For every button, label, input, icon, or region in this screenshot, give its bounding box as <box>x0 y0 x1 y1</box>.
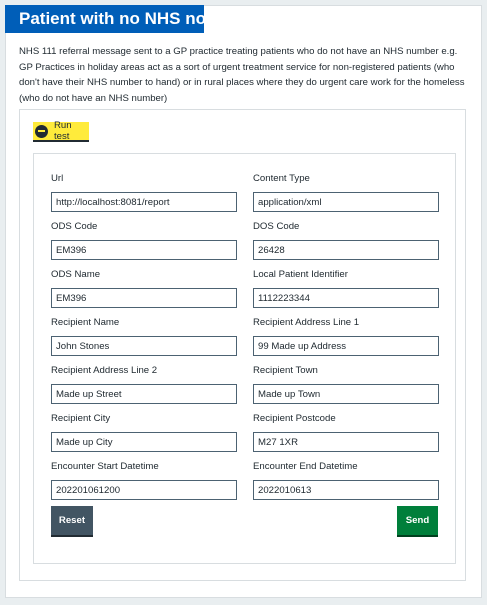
recipient-address-1-label: Recipient Address Line 1 <box>253 317 360 328</box>
recipient-address-2-group: Recipient Address Line 2 <box>51 365 238 404</box>
recipient-town-label: Recipient Town <box>253 365 318 376</box>
recipient-postcode-group: Recipient Postcode <box>253 413 440 452</box>
recipient-town-group: Recipient Town <box>253 365 440 404</box>
recipient-postcode-label: Recipient Postcode <box>253 413 336 424</box>
encounter-start-input[interactable] <box>51 480 237 500</box>
recipient-postcode-input[interactable] <box>253 432 439 452</box>
recipient-city-input[interactable] <box>51 432 237 452</box>
url-label: Url <box>51 173 64 184</box>
recipient-address-2-label: Recipient Address Line 2 <box>51 365 158 376</box>
ods-name-group: ODS Name <box>51 269 238 308</box>
content-type-label: Content Type <box>253 173 310 184</box>
test-description: NHS 111 referral message sent to a GP pr… <box>19 46 465 104</box>
ods-name-input[interactable] <box>51 288 237 308</box>
content-type-input[interactable] <box>253 192 439 212</box>
request-form: Url Content Type ODS Code DOS Code ODS N… <box>33 153 456 564</box>
send-button[interactable]: Send <box>397 506 438 535</box>
encounter-end-label: Encounter End Datetime <box>253 461 358 472</box>
recipient-address-1-input[interactable] <box>253 336 439 356</box>
dos-code-group: DOS Code <box>253 221 440 260</box>
url-group: Url <box>51 173 238 212</box>
recipient-name-group: Recipient Name <box>51 317 238 356</box>
encounter-start-label: Encounter Start Datetime <box>51 461 159 472</box>
recipient-town-input[interactable] <box>253 384 439 404</box>
local-patient-id-group: Local Patient Identifier <box>253 269 440 308</box>
recipient-name-label: Recipient Name <box>51 317 120 328</box>
local-patient-id-input[interactable] <box>253 288 439 308</box>
recipient-name-input[interactable] <box>51 336 237 356</box>
run-test-label: Run test <box>54 120 72 142</box>
page-title: Patient with no NHS no. <box>5 5 211 33</box>
recipient-city-label: Recipient City <box>51 413 111 424</box>
reset-button[interactable]: Reset <box>51 506 93 535</box>
ods-code-label: ODS Code <box>51 221 98 232</box>
run-test-toggle[interactable]: Run test <box>33 120 89 142</box>
dos-code-input[interactable] <box>253 240 439 260</box>
recipient-address-1-group: Recipient Address Line 1 <box>253 317 440 356</box>
encounter-end-group: Encounter End Datetime <box>253 461 440 500</box>
local-patient-id-label: Local Patient Identifier <box>253 269 348 280</box>
test-panel: Run test Url Content Type ODS Code DOS C… <box>19 109 466 581</box>
minus-circle-icon <box>35 124 48 138</box>
ods-name-label: ODS Name <box>51 269 101 280</box>
recipient-city-group: Recipient City <box>51 413 238 452</box>
encounter-end-input[interactable] <box>253 480 439 500</box>
recipient-address-2-input[interactable] <box>51 384 237 404</box>
dos-code-label: DOS Code <box>253 221 300 232</box>
ods-code-group: ODS Code <box>51 221 238 260</box>
encounter-start-group: Encounter Start Datetime <box>51 461 238 500</box>
content-type-group: Content Type <box>253 173 440 212</box>
url-input[interactable] <box>51 192 237 212</box>
ods-code-input[interactable] <box>51 240 237 260</box>
